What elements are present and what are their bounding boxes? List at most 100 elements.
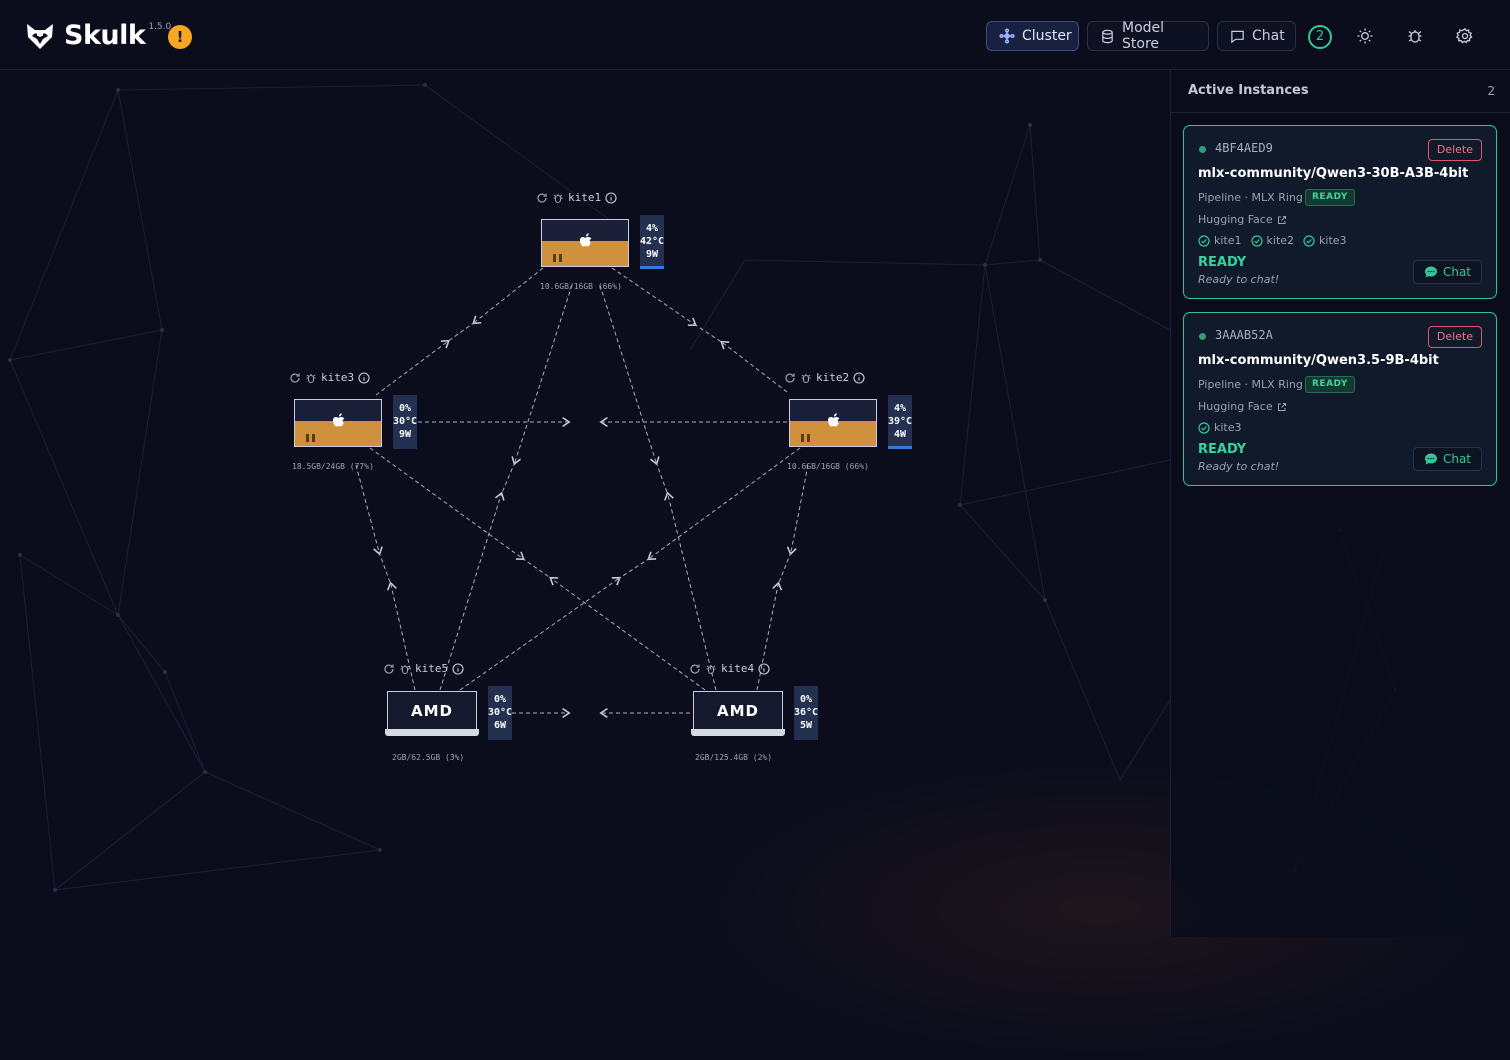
info-icon[interactable] [452,662,464,675]
delete-button[interactable]: Delete [1427,139,1482,161]
chat-tab[interactable]: Chat [1217,21,1296,51]
brand[interactable]: Skulk 1.5.0 [24,20,171,56]
external-link-icon [1277,215,1286,224]
chat-bubble-icon [1230,29,1245,44]
cluster-tab[interactable]: Cluster [986,21,1079,51]
hugging-face-link[interactable]: Hugging Face [1198,213,1287,226]
node-chip-label: kite2 [1266,234,1295,247]
external-link-icon [1277,402,1286,411]
refresh-icon[interactable] [289,372,301,384]
amd-device-icon: AMD [693,691,783,731]
node-stats-panel: 4% 39°C 4W [888,395,912,449]
status-dot [1199,146,1206,153]
notification-count-badge[interactable]: 2 [1308,25,1332,49]
edge-kite2-kite5 [647,447,801,561]
node-list: kite1 kite2 kite3 [1198,234,1356,247]
delete-button[interactable]: Delete [1427,326,1482,348]
edge-kite1-kite3 [472,267,544,325]
temperature: 39°C [888,416,913,427]
node-chip: kite3 [1198,421,1242,434]
node-stats-panel: 0% 36°C 5W [794,686,818,740]
instance-count: 2 [1487,84,1495,98]
check-circle-icon [1250,234,1263,247]
power-draw: 4W [893,429,907,440]
debug-bug-icon[interactable] [552,192,564,204]
sidebar-title: Active Instances [1188,83,1309,98]
node-chip: kite2 [1250,234,1295,247]
node-label: kite2 [784,371,869,384]
debug-bug-icon[interactable] [399,663,411,675]
instance-id: 4BF4AED9 [1215,141,1273,155]
settings-gear-icon[interactable] [1455,27,1474,45]
pipeline-info: Pipeline · MLX Ring [1198,378,1303,391]
model-store-tab[interactable]: Model Store [1087,20,1209,52]
info-icon[interactable] [358,371,370,384]
power-draw: 9W [398,429,412,440]
gpu-util: 4% [893,403,907,414]
instance-card[interactable]: 4BF4AED9 Delete mlx-community/Qwen3-30B-… [1183,125,1497,299]
chat-button[interactable]: Chat [1412,447,1482,471]
theme-toggle-sun-icon[interactable] [1356,27,1374,45]
top-header: Skulk 1.5.0 ! Cluster Model Store Chat 2 [0,0,1510,70]
check-circle-icon [1303,234,1315,247]
laptop-base [385,729,479,736]
edge-kite5-kite2 [459,576,621,691]
temperature: 30°C [488,707,513,718]
temperature: 30°C [393,416,418,427]
gpu-util: 4% [645,223,659,234]
edge-kite1-kite5 [511,284,573,466]
model-store-tab-label: Model Store [1122,20,1165,52]
node-label: kite1 [536,191,621,204]
debug-bug-icon[interactable] [305,372,317,384]
mac-device-icon [541,219,629,267]
refresh-icon[interactable] [689,663,701,675]
model-name: mlx-community/Qwen3.5-9B-4bit [1198,353,1439,368]
edge-kite3-kite4 [369,447,525,561]
debug-bug-icon[interactable] [800,372,812,384]
chat-button-label: Chat [1442,265,1471,279]
edge-kite5-kite1 [439,491,505,691]
apple-logo-icon [828,413,840,427]
info-icon[interactable] [758,662,770,675]
active-instances-sidebar: Active Instances 2 4BF4AED9 Delete mlx-c… [1170,70,1510,937]
node-name: kite4 [721,662,755,675]
refresh-icon[interactable] [784,372,796,384]
edge-kite3-kite1 [375,339,450,396]
edge-kite1-kite4 [599,284,660,466]
node-list: kite3 [1198,421,1251,434]
instance-status: READY [1198,442,1247,457]
mac-device-icon [294,399,382,447]
memory-usage: 10.6GB/16GB (66%) [787,462,869,471]
power-draw: 5W [799,720,813,731]
source-label: Hugging Face [1198,400,1273,413]
node-label: kite5 [383,662,468,675]
info-icon[interactable] [605,191,617,204]
fox-logo-icon [24,20,56,56]
chat-button[interactable]: Chat [1412,260,1482,284]
debug-bug-icon[interactable] [1406,27,1424,45]
info-icon[interactable] [853,371,865,384]
power-draw: 6W [493,720,507,731]
instance-status-sub: Ready to chat! [1198,460,1280,473]
app-name: Skulk [64,20,146,51]
gpu-util: 0% [799,694,813,705]
memory-usage: 10.6GB/16GB (66%) [540,282,622,291]
edge-kite4-kite3 [549,576,706,691]
hugging-face-link[interactable]: Hugging Face [1198,400,1287,413]
laptop-base [691,729,785,736]
status-badge: READY [1305,376,1355,393]
node-name: kite2 [816,371,850,384]
mac-device-icon [789,399,877,447]
instance-status-sub: Ready to chat! [1198,273,1280,286]
instance-card[interactable]: 3AAAB52A Delete mlx-community/Qwen3.5-9B… [1183,312,1497,486]
refresh-icon[interactable] [536,192,548,204]
chat-bubble-icon [1424,266,1437,278]
debug-bug-icon[interactable] [705,663,717,675]
model-name: mlx-community/Qwen3-30B-A3B-4bit [1198,166,1469,181]
warning-icon[interactable]: ! [168,25,192,49]
node-name: kite5 [415,662,449,675]
refresh-icon[interactable] [383,663,395,675]
chat-tab-label: Chat [1252,28,1285,44]
chat-button-label: Chat [1442,452,1471,466]
edge-kite4-kite1 [664,491,717,691]
